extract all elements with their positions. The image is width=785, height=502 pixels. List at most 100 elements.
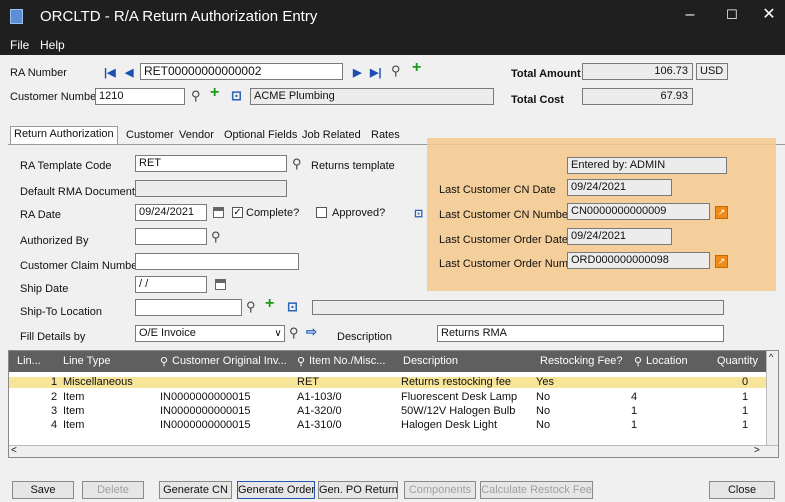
col-location[interactable]: Location bbox=[646, 355, 688, 367]
ra-template-code-label: RA Template Code bbox=[20, 160, 112, 172]
total-cost-field: 67.93 bbox=[582, 88, 693, 105]
ship-date-calendar-icon[interactable] bbox=[215, 279, 226, 290]
search-icon[interactable]: ⚲ bbox=[391, 64, 401, 78]
col-line[interactable]: Lin... bbox=[17, 355, 41, 367]
table-row[interactable]: 4 Item IN0000000000015 A1-310/0 Halogen … bbox=[9, 420, 766, 431]
ra-template-code-field[interactable]: RET bbox=[135, 155, 287, 172]
maximize-button[interactable]: ☐ bbox=[718, 4, 746, 28]
menu-help[interactable]: Help bbox=[40, 38, 65, 52]
search-icon[interactable]: ⚲ bbox=[160, 355, 168, 368]
cell-item: A1-320/0 bbox=[297, 405, 342, 417]
cell-item: RET bbox=[297, 376, 319, 388]
scroll-left-icon[interactable]: < bbox=[11, 445, 17, 456]
vertical-scrollbar[interactable]: ^ bbox=[766, 351, 778, 446]
ra-date-field[interactable]: 09/24/2021 bbox=[135, 204, 207, 221]
cell-loc: 1 bbox=[631, 419, 638, 431]
order-drilldown-icon[interactable]: ↗ bbox=[715, 255, 728, 268]
chevron-down-icon[interactable]: ∨ bbox=[273, 326, 283, 341]
authorized-search-icon[interactable]: ⚲ bbox=[211, 230, 221, 244]
tab-return-authorization[interactable]: Return Authorization bbox=[10, 126, 118, 145]
zoom-icon[interactable]: ⊡ bbox=[414, 207, 423, 221]
menu-file[interactable]: File bbox=[10, 38, 29, 52]
previous-record-icon[interactable]: ◀ bbox=[125, 66, 133, 80]
tab-vendor[interactable]: Vendor bbox=[179, 129, 214, 145]
ship-to-zoom-icon[interactable]: ⊡ bbox=[287, 300, 298, 314]
cell-desc: Fluorescent Desk Lamp bbox=[401, 391, 518, 403]
cell-type: Miscellaneous bbox=[63, 376, 133, 388]
generate-cn-button[interactable]: Generate CN bbox=[159, 481, 232, 499]
ship-to-search-icon[interactable]: ⚲ bbox=[246, 300, 256, 314]
customer-zoom-icon[interactable]: ⊡ bbox=[231, 89, 242, 103]
last-cn-date-field: 09/24/2021 bbox=[567, 179, 672, 196]
cell-qty: 1 bbox=[742, 391, 749, 403]
table-row[interactable]: 2 Item IN0000000000015 A1-103/0 Fluoresc… bbox=[9, 392, 766, 403]
calculate-restock-fee-button[interactable]: Calculate Restock Fee bbox=[480, 481, 593, 499]
ship-to-field[interactable] bbox=[135, 299, 242, 316]
fill-arrow-icon[interactable]: ⇨ bbox=[306, 325, 317, 339]
description-label: Description bbox=[337, 331, 393, 343]
gen-po-return-button[interactable]: Gen. PO Return bbox=[318, 481, 398, 499]
tab-customer[interactable]: Customer bbox=[126, 129, 174, 145]
table-row[interactable]: 1 Miscellaneous RET Returns restocking f… bbox=[9, 377, 766, 388]
last-order-date-label: Last Customer Order Date bbox=[439, 234, 568, 246]
col-customer-inv[interactable]: Customer Original Inv... bbox=[172, 355, 287, 367]
complete-checkbox[interactable]: ✓ bbox=[232, 207, 243, 218]
cell-desc: 50W/12V Halogen Bulb bbox=[401, 405, 516, 417]
cell-qty: 1 bbox=[742, 419, 749, 431]
fill-details-select[interactable]: O/E Invoice bbox=[135, 325, 285, 342]
first-record-icon[interactable]: |◀ bbox=[104, 66, 116, 80]
col-description[interactable]: Description bbox=[403, 355, 458, 367]
table-row[interactable]: 3 Item IN0000000000015 A1-320/0 50W/12V … bbox=[9, 406, 766, 417]
last-cn-date-label: Last Customer CN Date bbox=[439, 184, 556, 196]
currency-field: USD bbox=[696, 63, 728, 80]
horizontal-scrollbar[interactable]: < > bbox=[9, 445, 778, 457]
tab-rates[interactable]: Rates bbox=[371, 129, 400, 145]
delete-button[interactable]: Delete bbox=[82, 481, 144, 499]
cell-type: Item bbox=[63, 405, 85, 417]
scroll-right-icon[interactable]: > bbox=[754, 445, 760, 456]
calendar-icon[interactable] bbox=[213, 207, 224, 218]
cell-fee: Yes bbox=[536, 376, 554, 388]
col-restocking-fee[interactable]: Restocking Fee? bbox=[540, 355, 623, 367]
tab-optional-fields[interactable]: Optional Fields bbox=[224, 129, 297, 145]
customer-add-icon[interactable]: + bbox=[210, 85, 219, 101]
col-quantity[interactable]: Quantity bbox=[717, 355, 758, 367]
close-button[interactable]: Close bbox=[709, 481, 775, 499]
tab-job-related[interactable]: Job Related bbox=[302, 129, 361, 145]
ship-to-description-field bbox=[312, 300, 724, 315]
search-icon[interactable]: ⚲ bbox=[297, 355, 305, 368]
close-window-button[interactable]: ✕ bbox=[755, 4, 783, 28]
components-button[interactable]: Components bbox=[404, 481, 476, 499]
drilldown-icon[interactable]: ↗ bbox=[715, 206, 728, 219]
total-cost-label: Total Cost bbox=[511, 94, 564, 106]
last-record-icon[interactable]: ▶| bbox=[370, 66, 382, 80]
description-field[interactable]: Returns RMA bbox=[437, 325, 724, 342]
ra-number-field[interactable]: RET00000000000002 bbox=[140, 63, 343, 80]
ship-to-add-icon[interactable]: + bbox=[265, 296, 274, 312]
minimize-button[interactable]: – bbox=[676, 4, 704, 28]
save-button[interactable]: Save bbox=[12, 481, 74, 499]
fill-details-search-icon[interactable]: ⚲ bbox=[289, 326, 299, 340]
approved-label: Approved? bbox=[332, 207, 386, 219]
next-record-icon[interactable]: ▶ bbox=[353, 66, 361, 80]
template-search-icon[interactable]: ⚲ bbox=[292, 157, 302, 171]
detail-grid[interactable]: Lin... Line Type ⚲ Customer Original Inv… bbox=[8, 350, 779, 458]
cell-item: A1-310/0 bbox=[297, 419, 342, 431]
ship-date-field[interactable]: / / bbox=[135, 276, 207, 293]
scroll-up-icon[interactable]: ^ bbox=[769, 352, 773, 362]
customer-number-field[interactable]: 1210 bbox=[95, 88, 185, 105]
authorized-by-field[interactable] bbox=[135, 228, 207, 245]
approved-checkbox[interactable] bbox=[316, 207, 327, 218]
total-amount-label: Total Amount bbox=[511, 68, 581, 80]
add-icon[interactable]: + bbox=[412, 60, 421, 76]
cell-type: Item bbox=[63, 391, 85, 403]
customer-search-icon[interactable]: ⚲ bbox=[191, 89, 201, 103]
search-icon[interactable]: ⚲ bbox=[634, 355, 642, 368]
complete-label: Complete? bbox=[246, 207, 300, 219]
col-line-type[interactable]: Line Type bbox=[63, 355, 111, 367]
total-amount-field: 106.73 bbox=[582, 63, 693, 80]
col-item-no[interactable]: Item No./Misc... bbox=[309, 355, 385, 367]
customer-claim-field[interactable] bbox=[135, 253, 299, 270]
fill-details-label: Fill Details by bbox=[20, 331, 86, 343]
generate-order-button[interactable]: Generate Order bbox=[237, 481, 315, 499]
